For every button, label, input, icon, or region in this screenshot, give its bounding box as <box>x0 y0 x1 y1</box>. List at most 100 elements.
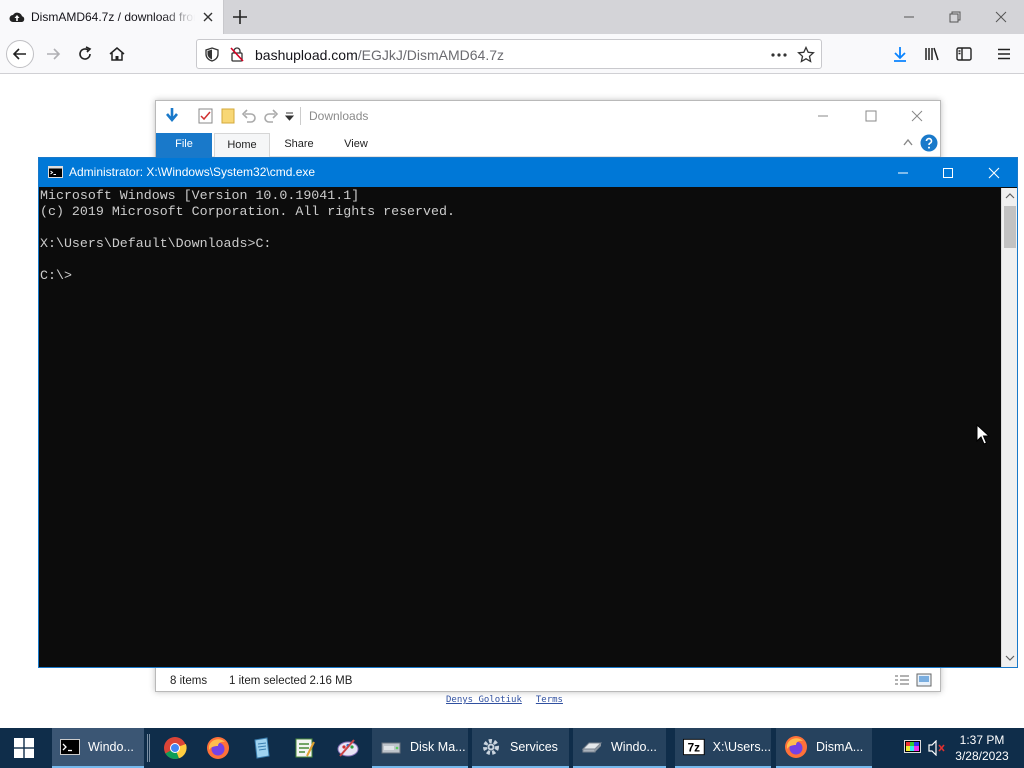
firefox-icon <box>207 737 229 759</box>
menu-button[interactable] <box>990 40 1018 68</box>
library-button[interactable] <box>918 40 946 68</box>
volume-muted-icon[interactable] <box>928 740 946 756</box>
cmd-scrollbar[interactable] <box>1001 188 1017 667</box>
close-window-icon[interactable] <box>990 6 1012 28</box>
ribbon-tab-home[interactable]: Home <box>214 133 270 157</box>
author-link[interactable]: Denys Golotiuk <box>446 695 522 705</box>
close-icon[interactable] <box>910 109 924 123</box>
details-view-icon[interactable] <box>894 674 910 686</box>
sidebar-icon <box>956 47 972 61</box>
taskbar-divider <box>147 734 150 762</box>
more-actions-icon[interactable] <box>769 47 789 63</box>
display-color-icon[interactable] <box>904 740 921 755</box>
disk-management-icon <box>381 742 401 754</box>
download-arrow-icon <box>166 108 178 123</box>
tab-title: DismAMD64.7z / download from bashupload.… <box>31 10 195 24</box>
minimize-icon[interactable] <box>898 6 920 28</box>
new-tab-icon[interactable] <box>230 7 250 27</box>
explorer-status-bar: 8 items 1 item selected 2.16 MB <box>156 669 940 691</box>
cmd-close-button[interactable] <box>971 158 1017 187</box>
url-bar[interactable]: bashupload.com/EGJkJ/DismAMD64.7z <box>196 39 822 69</box>
taskbar-item-firefox[interactable]: DismA... <box>776 728 872 768</box>
explorer-ribbon: File Home Share View <box>156 131 940 157</box>
properties-icon[interactable] <box>198 108 213 124</box>
redo-icon[interactable] <box>263 109 279 123</box>
console-line: X:\Users\Default\Downloads>C: <box>40 236 272 251</box>
maximize-icon <box>943 167 953 178</box>
explorer-titlebar[interactable]: Downloads <box>156 101 940 131</box>
cmd-window[interactable]: Administrator: X:\Windows\System32\cmd.e… <box>38 157 1018 668</box>
minimize-icon <box>898 172 908 173</box>
ribbon-tab-share[interactable]: Share <box>272 133 326 157</box>
services-gear-icon <box>483 739 499 755</box>
chrome-icon <box>164 737 187 760</box>
ribbon-tab-file[interactable]: File <box>156 133 212 157</box>
taskbar-pinned-notepad[interactable] <box>247 728 277 768</box>
maximize-icon[interactable] <box>864 109 878 123</box>
taskbar-clock[interactable]: 1:37 PM 3/28/2023 <box>950 732 1014 764</box>
reload-button[interactable] <box>71 40 99 68</box>
downloads-button[interactable] <box>886 40 914 68</box>
cmd-console-output[interactable]: Microsoft Windows [Version 10.0.19041.1]… <box>40 188 998 666</box>
back-button[interactable] <box>6 40 34 68</box>
taskbar-item-services[interactable]: Services <box>472 728 569 768</box>
taskbar-item-7zip[interactable]: 7z X:\Users... <box>675 728 771 768</box>
customize-toolbar-icon[interactable] <box>285 112 294 121</box>
mouse-cursor-icon <box>976 424 990 445</box>
scroll-up-icon[interactable] <box>1005 192 1015 200</box>
restore-icon[interactable] <box>944 6 966 28</box>
chevron-up-icon[interactable] <box>902 137 914 147</box>
clock-date: 3/28/2023 <box>955 749 1009 763</box>
taskbar-item-windows[interactable]: Windo... <box>573 728 666 768</box>
divider <box>300 107 301 125</box>
new-folder-icon[interactable] <box>221 108 235 124</box>
cmd-titlebar[interactable]: Administrator: X:\Windows\System32\cmd.e… <box>39 158 1017 187</box>
cmd-maximize-button[interactable] <box>925 158 971 187</box>
sidebar-button[interactable] <box>950 40 978 68</box>
library-icon <box>925 47 939 61</box>
terms-link[interactable]: Terms <box>536 695 563 705</box>
7zip-icon: 7z <box>683 738 705 756</box>
console-line: Microsoft Windows [Version 10.0.19041.1] <box>40 188 360 203</box>
taskbar-pinned-chrome[interactable] <box>160 728 190 768</box>
console-line: (c) 2019 Microsoft Corporation. All righ… <box>40 204 455 219</box>
home-button[interactable] <box>103 40 131 68</box>
undo-icon[interactable] <box>241 109 257 123</box>
console-line: C:\> <box>40 268 72 283</box>
taskbar-item-disk-management[interactable]: Disk Ma... <box>372 728 468 768</box>
close-tab-icon[interactable] <box>199 8 217 26</box>
cmd-minimize-button[interactable] <box>880 158 926 187</box>
start-button[interactable] <box>0 728 48 768</box>
item-count: 8 items <box>170 675 208 687</box>
forward-button[interactable] <box>39 40 67 68</box>
cmd-icon <box>48 166 63 178</box>
large-icons-view-icon[interactable] <box>916 673 932 687</box>
help-icon[interactable] <box>920 134 938 152</box>
cmd-scroll-thumb[interactable] <box>1004 206 1016 248</box>
browser-tab[interactable]: DismAMD64.7z / download from bashupload.… <box>0 0 224 34</box>
minimize-icon[interactable] <box>816 109 830 123</box>
close-icon <box>988 167 1000 178</box>
taskbar-pinned-paint[interactable] <box>333 728 363 768</box>
explorer-title: Downloads <box>309 109 369 123</box>
svg-text:7z: 7z <box>688 742 701 755</box>
scroll-down-icon[interactable] <box>1005 654 1015 662</box>
arrow-left-icon <box>12 48 26 60</box>
taskbar: Windo... Disk Ma... Services Windo... 7z… <box>0 728 1024 768</box>
shield-icon[interactable] <box>205 47 219 62</box>
clock-time: 1:37 PM <box>959 733 1005 747</box>
page-footer-links: Denys Golotiuk Terms <box>446 695 577 705</box>
reload-icon <box>79 46 92 60</box>
taskbar-pinned-editor[interactable] <box>290 728 320 768</box>
bookmark-star-icon[interactable] <box>797 46 815 64</box>
taskbar-pinned-firefox[interactable] <box>203 728 233 768</box>
insecure-lock-icon[interactable] <box>229 46 245 63</box>
drive-icon <box>581 742 603 753</box>
download-arrow-icon <box>894 47 906 62</box>
hamburger-menu-icon <box>998 48 1010 60</box>
taskbar-item-cmd[interactable]: Windo... <box>52 728 144 768</box>
notepad-icon <box>254 737 270 759</box>
ribbon-tab-view[interactable]: View <box>328 133 384 157</box>
